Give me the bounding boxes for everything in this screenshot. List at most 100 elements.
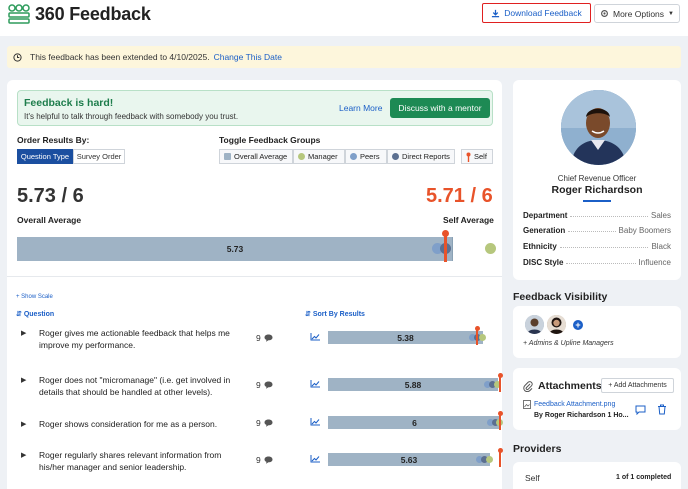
- provider-self-label: Self: [525, 473, 540, 483]
- question-column-header[interactable]: ⇵ Question: [16, 310, 54, 318]
- order-results-label: Order Results By:: [17, 135, 90, 145]
- change-date-link[interactable]: Change This Date: [214, 52, 282, 62]
- app-header: 360 Feedback Download Feedback More Opti…: [0, 0, 688, 36]
- response-count: 9: [256, 455, 261, 465]
- profile-attribute-disc-style: DISC Style Influence: [523, 255, 671, 267]
- trend-chart-icon[interactable]: [310, 418, 320, 426]
- attachments-title: Attachments: [538, 380, 602, 392]
- expand-triangle-icon[interactable]: ▶: [21, 451, 26, 459]
- result-value: 5.38: [397, 333, 414, 343]
- expand-triangle-icon[interactable]: ▶: [21, 420, 26, 428]
- question-header-label: Question: [23, 311, 55, 318]
- trend-chart-icon[interactable]: [310, 380, 320, 388]
- self-average-label: Self Average: [443, 215, 494, 225]
- app-title: 360 Feedback: [35, 4, 151, 24]
- question-row[interactable]: ▶ Roger shows consideration for me as a p…: [7, 411, 503, 444]
- add-attachments-button[interactable]: + Add Attachments: [601, 378, 674, 393]
- manager-marker: [486, 456, 493, 463]
- banner-text: This feedback has been extended to 4/10/…: [30, 52, 210, 62]
- feedback-visibility-title: Feedback Visibility: [513, 291, 608, 303]
- self-marker-head: [474, 326, 480, 331]
- trend-chart-icon[interactable]: [310, 333, 320, 341]
- question-row[interactable]: ▶ Roger does not "micromanage" (i.e. get …: [7, 373, 503, 406]
- trash-icon[interactable]: [657, 404, 667, 415]
- manager-marker: [479, 334, 486, 341]
- viewer-avatar[interactable]: [547, 315, 566, 334]
- comment-bubble-icon[interactable]: [264, 334, 273, 342]
- attribute-key: Generation: [523, 226, 566, 235]
- attribute-key: Department: [523, 211, 568, 220]
- sort-by-results-header[interactable]: ⇵ Sort By Results: [305, 310, 365, 318]
- question-text: Roger gives me actionable feedback that …: [39, 328, 230, 350]
- direct-reports-swatch: [392, 153, 399, 160]
- manager-swatch: [298, 153, 305, 160]
- toggle-groups-label: Toggle Feedback Groups: [219, 135, 321, 145]
- download-feedback-button[interactable]: Download Feedback: [482, 3, 591, 23]
- app-logo-icon: [8, 4, 30, 24]
- toggle-overall-average-label: Overall Average: [234, 152, 288, 161]
- feedback-visibility-card: + + Admins & Upline Managers: [513, 306, 681, 358]
- download-feedback-label: Download Feedback: [504, 8, 582, 18]
- expand-triangle-icon[interactable]: ▶: [21, 329, 26, 337]
- attachment-file-link[interactable]: Feedback Attachment.png: [534, 401, 615, 408]
- viewer-avatar[interactable]: [525, 315, 544, 334]
- toggle-overall-average[interactable]: Overall Average: [219, 149, 293, 164]
- question-row[interactable]: ▶ Roger gives me actionable feedback that…: [7, 326, 502, 359]
- discuss-with-mentor-button[interactable]: Discuss with a mentor: [390, 98, 490, 118]
- more-options-label: More Options: [613, 8, 665, 19]
- response-count: 9: [256, 380, 261, 390]
- attachments-card: Attachments + Add Attachments Feedback A…: [513, 368, 681, 430]
- toggle-direct-reports[interactable]: Direct Reports: [387, 149, 455, 164]
- overall-score-bar: 5.73: [17, 230, 496, 262]
- question-row[interactable]: ▶ Roger regularly shares relevant informa…: [7, 448, 503, 481]
- comment-bubble-icon[interactable]: [264, 381, 273, 389]
- more-options-button[interactable]: More Options ▼: [594, 4, 680, 23]
- profile-attribute-generation: Generation Baby Boomers: [523, 223, 671, 235]
- provider-self-count: 1 of 1 completed: [616, 474, 671, 481]
- toggle-peers[interactable]: Peers: [345, 149, 387, 164]
- comment-bubble-icon[interactable]: [264, 456, 273, 464]
- result-value: 6: [412, 418, 417, 428]
- attribute-value: Black: [651, 242, 671, 251]
- expand-triangle-icon[interactable]: ▶: [21, 376, 26, 384]
- response-count: 9: [256, 333, 261, 343]
- provider-self-count-text: 1 of 1 completed: [616, 474, 672, 481]
- person-portrait-icon: [561, 90, 636, 165]
- person-icon: [525, 315, 544, 334]
- result-value: 5.88: [404, 380, 422, 390]
- trend-chart-icon[interactable]: [310, 455, 320, 463]
- download-icon: [492, 9, 500, 17]
- providers-card: Self 1 of 1 completed: [513, 462, 681, 489]
- help-title: Feedback is hard!: [24, 97, 114, 109]
- question-text: Roger does not "micromanage" (i.e. get i…: [39, 375, 231, 397]
- order-survey-order-button[interactable]: Survey Order: [73, 149, 125, 164]
- self-marker-head: [497, 373, 503, 378]
- question-text: Roger regularly shares relevant informat…: [39, 450, 222, 472]
- attribute-key: Ethnicity: [523, 242, 557, 251]
- sort-icon: ⇵: [305, 311, 311, 318]
- learn-more-link[interactable]: Learn More: [339, 103, 382, 113]
- add-viewer-button[interactable]: +: [573, 320, 583, 330]
- result-value: 5.63: [400, 455, 418, 465]
- attachment-uploader: By Roger Richardson 1 Ho...: [534, 412, 629, 419]
- visibility-note: + Admins & Upline Managers: [523, 340, 614, 347]
- overall-bar-value: 5.73: [226, 244, 244, 254]
- attribute-key: DISC Style: [523, 258, 564, 267]
- toggle-self-label: Self: [474, 152, 487, 161]
- profile-avatar: [561, 90, 636, 165]
- sort-by-results-label: Sort By Results: [312, 311, 365, 318]
- toggle-peers-label: Peers: [360, 152, 380, 161]
- self-marker-head: [442, 230, 449, 237]
- order-question-type-button[interactable]: Question Type: [17, 149, 73, 164]
- comment-bubble-icon[interactable]: [264, 419, 273, 427]
- peers-swatch: [350, 153, 357, 160]
- toggle-manager[interactable]: Manager: [293, 149, 345, 164]
- profile-attribute-ethnicity: Ethnicity Black: [523, 239, 671, 251]
- help-subtitle: It's helpful to talk through feedback wi…: [24, 112, 239, 121]
- comment-icon[interactable]: [635, 405, 646, 415]
- attribute-value: Sales: [650, 211, 671, 220]
- self-score: 5.71 / 6: [426, 185, 493, 207]
- extension-banner: This feedback has been extended to 4/10/…: [7, 46, 681, 68]
- toggle-self[interactable]: Self: [461, 149, 493, 164]
- show-scale-link[interactable]: + Show Scale: [16, 294, 53, 300]
